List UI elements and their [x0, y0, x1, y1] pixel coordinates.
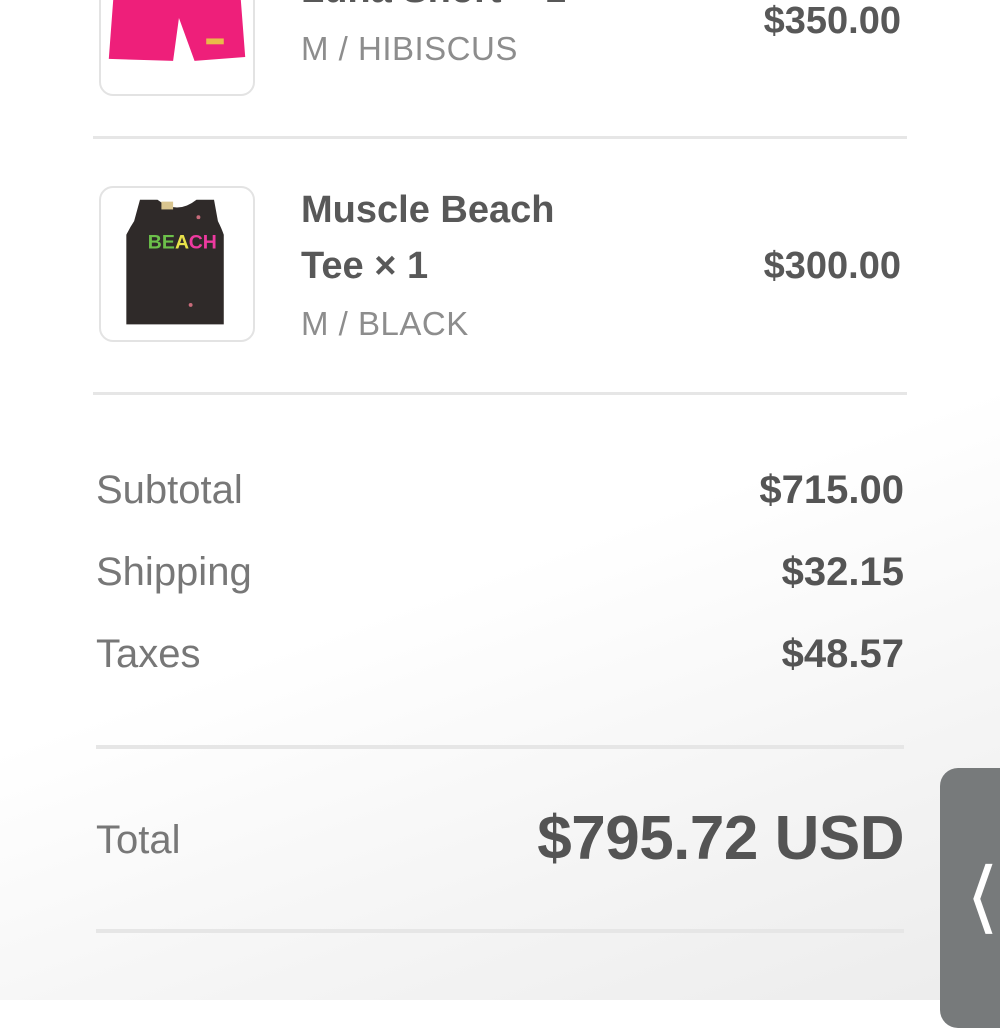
product-image [99, 0, 255, 96]
svg-text:BE: BE [148, 231, 175, 253]
divider [93, 392, 907, 395]
taxes-value: $48.57 [781, 632, 904, 676]
shipping-label: Shipping [96, 550, 252, 594]
shorts-image [108, 0, 246, 61]
subtotal-value: $715.00 [759, 468, 904, 512]
svg-text:A: A [175, 231, 189, 253]
taxes-label: Taxes [96, 632, 201, 676]
product-image: BE A CH [99, 186, 255, 342]
item-price: $300.00 [763, 245, 901, 287]
side-panel-tab[interactable]: ❬ [940, 768, 1000, 1028]
chevron-left-icon: ❬ [962, 852, 1000, 934]
divider [96, 745, 904, 749]
total-value: $795.72 USD [537, 804, 904, 873]
item-name: Muscle Beach Tee × 1 [301, 189, 555, 287]
divider [93, 136, 907, 139]
item-variant: M / HIBISCUS [301, 30, 518, 67]
item-variant: M / BLACK [301, 305, 469, 342]
tee-image: BE A CH [126, 199, 224, 325]
shipping-value: $32.15 [781, 550, 904, 594]
total-label: Total [96, 818, 181, 862]
subtotal-label: Subtotal [96, 468, 243, 512]
divider [96, 929, 904, 933]
item-price: $350.00 [763, 0, 901, 42]
svg-text:CH: CH [189, 231, 217, 253]
